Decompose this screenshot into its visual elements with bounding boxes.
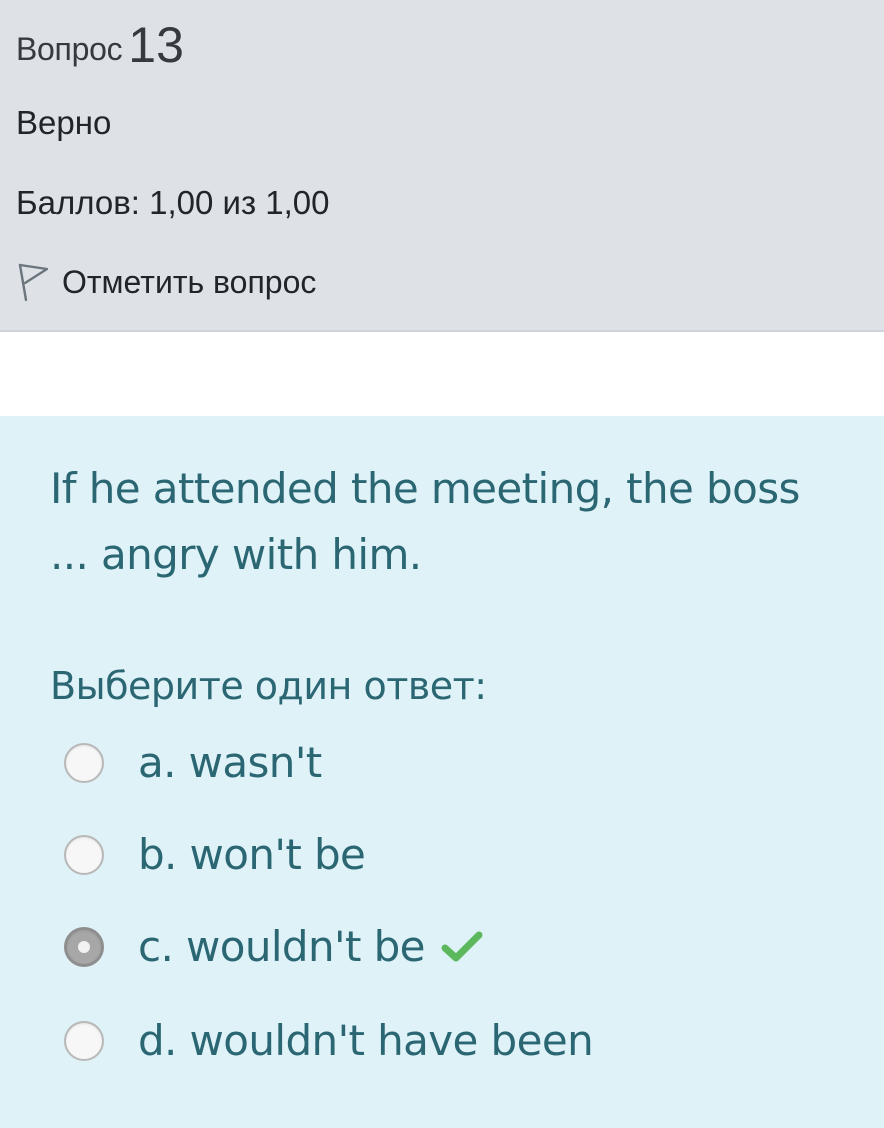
answer-prompt: Выберите один ответ: <box>50 664 487 708</box>
flag-question-button[interactable]: Отметить вопрос <box>16 262 316 302</box>
flag-outline-icon <box>18 263 49 302</box>
question-state: Верно <box>16 104 112 141</box>
answer-label-c[interactable]: c. wouldn't be <box>138 922 425 971</box>
check-icon <box>441 931 483 961</box>
answer-radio-b[interactable] <box>64 834 104 875</box>
flag-question-label: Отметить вопрос <box>62 263 317 300</box>
answer-label-d[interactable]: d. wouldn't have been <box>138 1016 594 1065</box>
question-text: If he attended the meeting, the boss ...… <box>50 464 800 579</box>
question-label: Вопрос <box>16 31 123 67</box>
answer-option-a[interactable]: a. wasn't <box>64 738 322 787</box>
question-formulation: If he attended the meeting, the boss ...… <box>0 416 884 1128</box>
answer-label-a[interactable]: a. wasn't <box>138 738 322 787</box>
answer-option-d[interactable]: d. wouldn't have been <box>64 1016 594 1065</box>
question-grade: Баллов: 1,00 из 1,00 <box>16 184 330 221</box>
answer-radio-d[interactable] <box>64 1020 104 1061</box>
question-number: 13 <box>128 17 184 73</box>
answer-label-b[interactable]: b. won't be <box>138 830 366 879</box>
question-info-panel: Вопрос 13 Верно Баллов: 1,00 из 1,00 Отме… <box>0 0 884 332</box>
answer-option-b[interactable]: b. won't be <box>64 830 366 879</box>
question-heading: Вопрос 13 <box>16 14 184 73</box>
answer-radio-a[interactable] <box>64 742 104 783</box>
answer-option-c[interactable]: c. wouldn't be <box>64 922 483 971</box>
answer-radio-c[interactable] <box>64 926 104 967</box>
